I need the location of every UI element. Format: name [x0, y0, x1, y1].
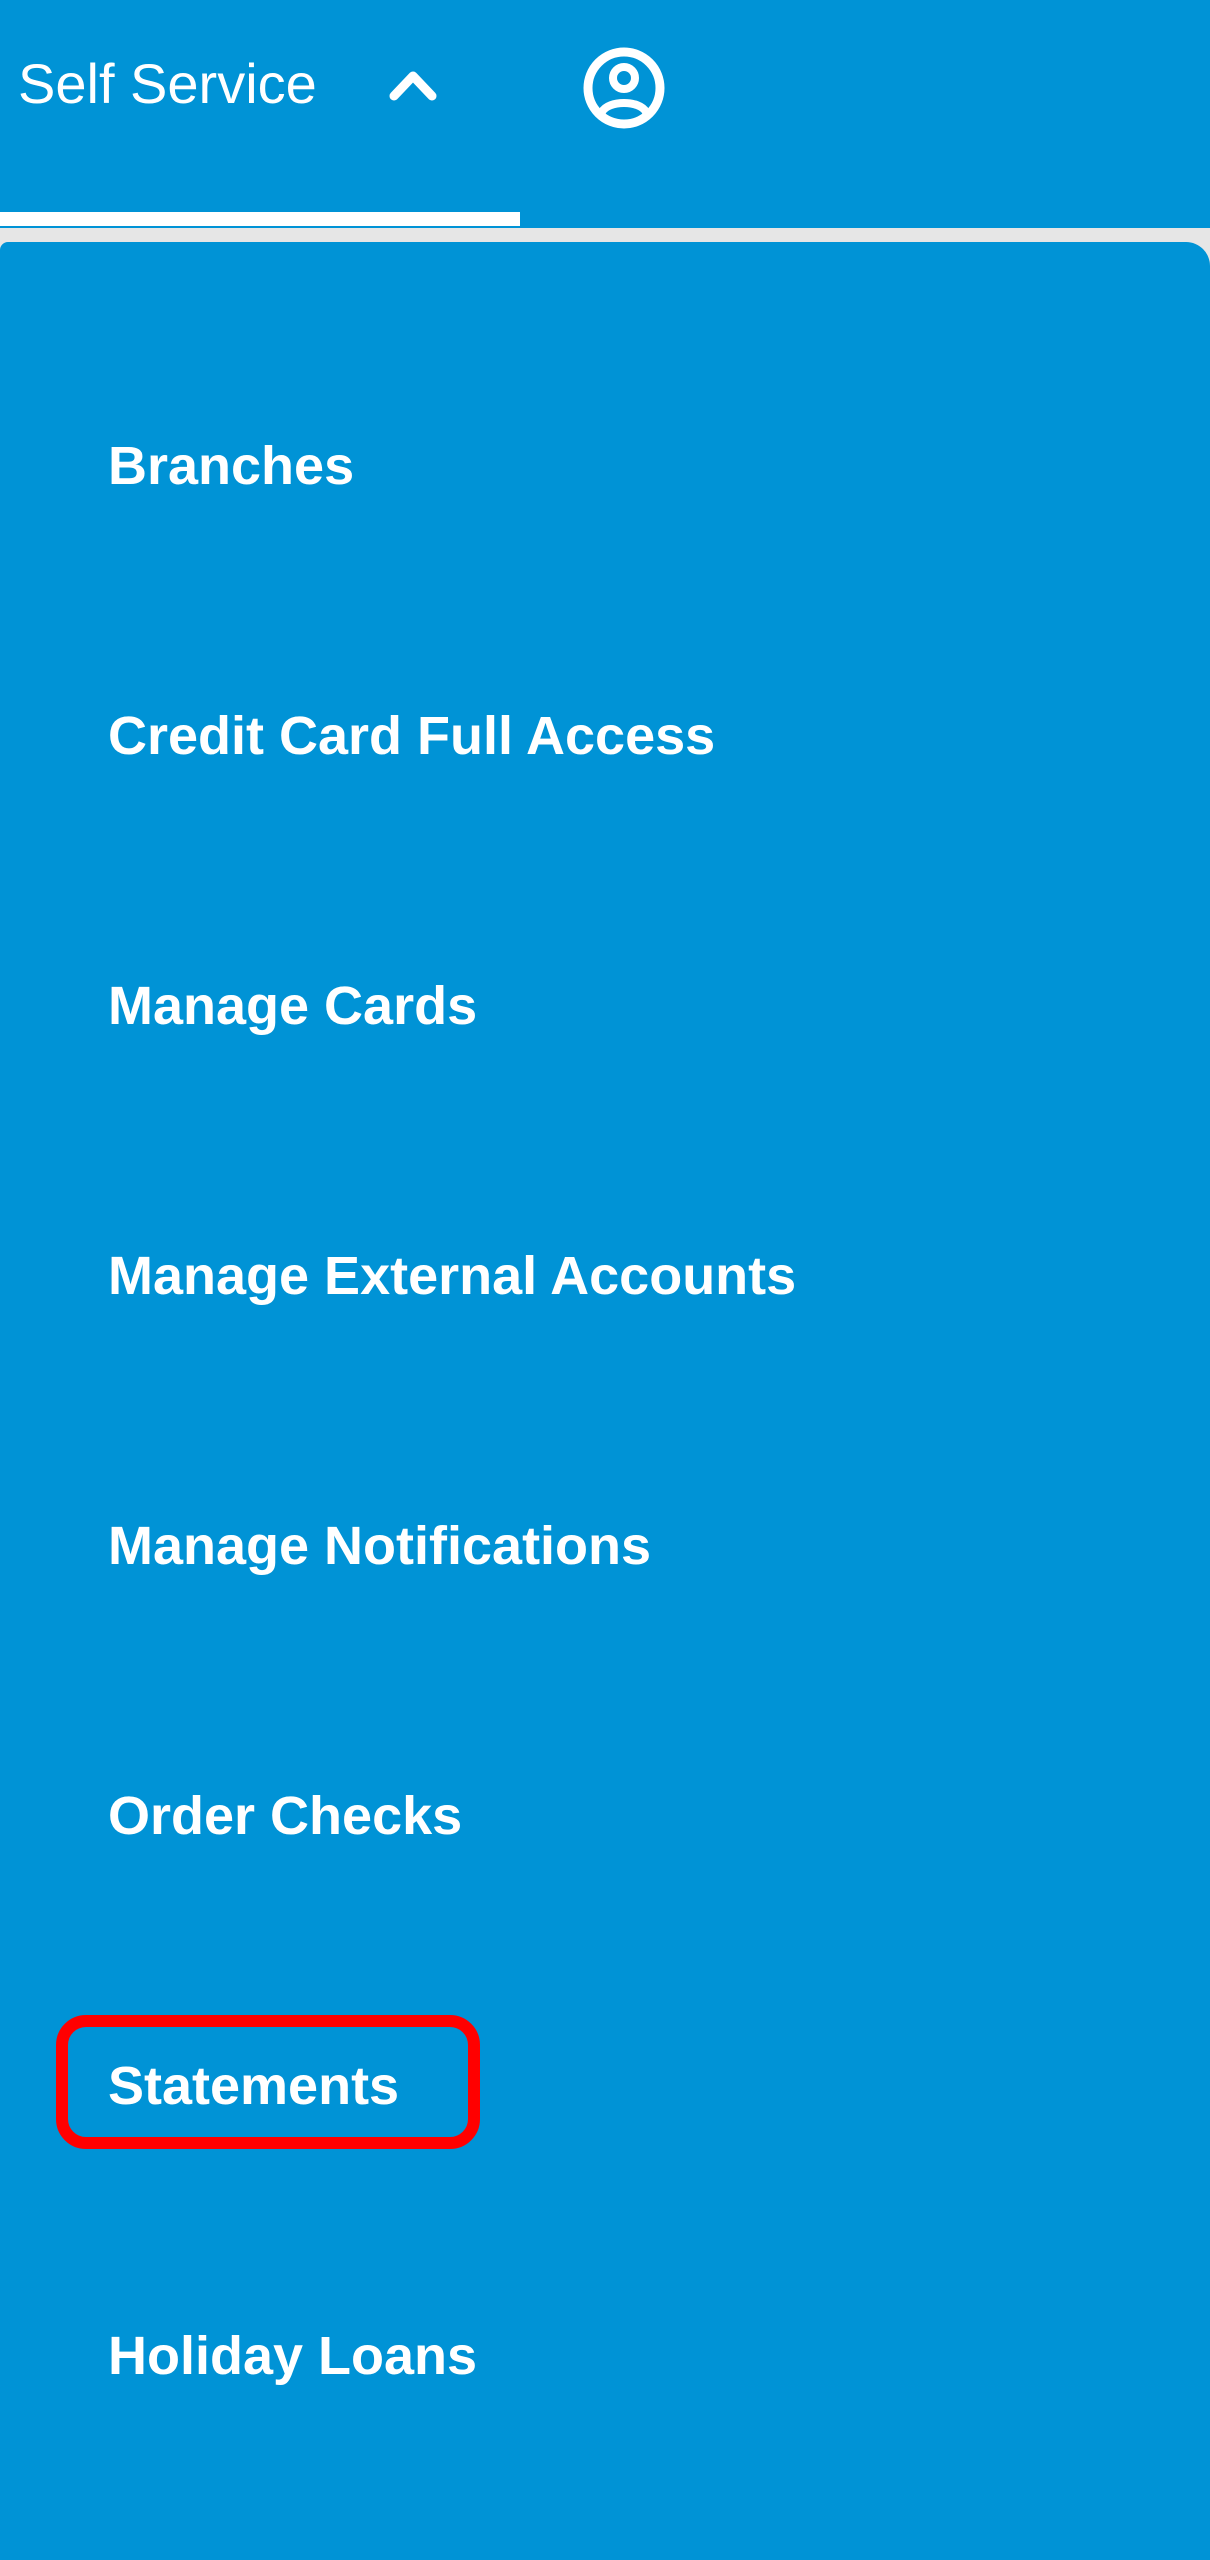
self-service-dropdown-menu	[0, 242, 1210, 2560]
active-tab-underline	[0, 212, 520, 226]
menu-item-credit-card-full-access[interactable]: Credit Card Full Access	[108, 701, 715, 771]
menu-item-statements[interactable]: Statements	[108, 2051, 399, 2121]
menu-item-branches[interactable]: Branches	[108, 431, 354, 501]
menu-item-holiday-loans[interactable]: Holiday Loans	[108, 2321, 477, 2391]
menu-item-manage-cards[interactable]: Manage Cards	[108, 971, 477, 1041]
menu-item-order-checks[interactable]: Order Checks	[108, 1781, 462, 1851]
user-circle-icon	[583, 47, 665, 129]
self-service-label: Self Service	[18, 52, 317, 115]
menu-item-manage-external-accounts[interactable]: Manage External Accounts	[108, 1241, 796, 1311]
page: Self Service Branches Credit Card Full A…	[0, 0, 1210, 2560]
divider	[0, 228, 1210, 242]
profile-button[interactable]	[580, 44, 668, 132]
self-service-nav-toggle[interactable]: Self Service	[0, 0, 520, 214]
menu-item-manage-notifications[interactable]: Manage Notifications	[108, 1511, 651, 1581]
top-navigation-bar: Self Service	[0, 0, 1210, 228]
chevron-up-icon	[386, 60, 440, 108]
